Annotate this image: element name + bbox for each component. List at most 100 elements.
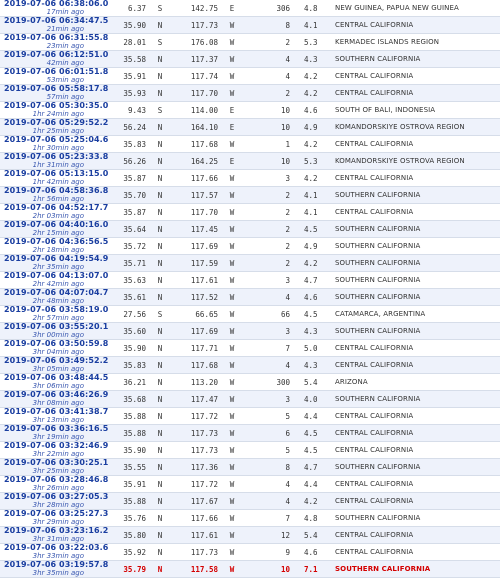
datetime-cell[interactable]: 2019-07-06 06:12:51.0 42min ago	[0, 50, 118, 68]
datetime-cell[interactable]: 2019-07-06 03:49:52.2 3hr 05min ago	[0, 356, 118, 374]
datetime-link[interactable]: 2019-07-06 03:23:16.2	[4, 527, 118, 535]
datetime-cell[interactable]: 2019-07-06 03:32:46.9 3hr 22min ago	[0, 441, 118, 459]
datetime-cell[interactable]: 2019-07-06 06:34:47.5 21min ago	[0, 16, 118, 34]
datetime-link[interactable]: 2019-07-06 05:25:04.6	[4, 136, 118, 144]
datetime-link[interactable]: 2019-07-06 05:13:15.0	[4, 170, 118, 178]
table-row[interactable]: 2019-07-06 03:55:20.1 3hr 00min ago 35.60 N…	[0, 322, 500, 340]
table-row[interactable]: 2019-07-06 04:58:36.8 1hr 56min ago 35.70 N…	[0, 186, 500, 204]
datetime-cell[interactable]: 2019-07-06 06:01:51.8 53min ago	[0, 67, 118, 85]
datetime-link[interactable]: 2019-07-06 03:19:57.8	[4, 561, 118, 569]
datetime-cell[interactable]: 2019-07-06 05:30:35.0 1hr 24min ago	[0, 101, 118, 119]
datetime-link[interactable]: 2019-07-06 03:25:27.3	[4, 510, 118, 518]
datetime-link[interactable]: 2019-07-06 06:01:51.8	[4, 68, 118, 76]
datetime-link[interactable]: 2019-07-06 05:23:33.8	[4, 153, 118, 161]
datetime-cell[interactable]: 2019-07-06 03:25:27.3 3hr 29min ago	[0, 509, 118, 527]
table-row[interactable]: 2019-07-06 03:28:46.8 3hr 26min ago 35.91 N…	[0, 475, 500, 493]
datetime-link[interactable]: 2019-07-06 04:36:56.5	[4, 238, 118, 246]
datetime-link[interactable]: 2019-07-06 05:30:35.0	[4, 102, 118, 110]
datetime-cell[interactable]: 2019-07-06 03:50:59.8 3hr 04min ago	[0, 339, 118, 357]
datetime-link[interactable]: 2019-07-06 03:48:44.5	[4, 374, 118, 382]
datetime-link[interactable]: 2019-07-06 05:29:52.2	[4, 119, 118, 127]
table-row[interactable]: 2019-07-06 05:30:35.0 1hr 24min ago 9.43 S 1…	[0, 101, 500, 119]
datetime-cell[interactable]: 2019-07-06 04:58:36.8 1hr 56min ago	[0, 186, 118, 204]
datetime-cell[interactable]: 2019-07-06 05:29:52.2 1hr 25min ago	[0, 118, 118, 136]
datetime-link[interactable]: 2019-07-06 04:52:17.7	[4, 204, 118, 212]
datetime-link[interactable]: 2019-07-06 03:50:59.8	[4, 340, 118, 348]
datetime-cell[interactable]: 2019-07-06 05:58:17.8 57min ago	[0, 84, 118, 102]
datetime-cell[interactable]: 2019-07-06 05:13:15.0 1hr 42min ago	[0, 169, 118, 187]
table-row[interactable]: 2019-07-06 03:23:16.2 3hr 31min ago 35.80 N…	[0, 526, 500, 544]
datetime-link[interactable]: 2019-07-06 04:58:36.8	[4, 187, 118, 195]
table-row[interactable]: 2019-07-06 04:19:54.9 2hr 35min ago 35.71 N…	[0, 254, 500, 272]
datetime-link[interactable]: 2019-07-06 04:40:16.0	[4, 221, 118, 229]
datetime-cell[interactable]: 2019-07-06 03:30:25.1 3hr 25min ago	[0, 458, 118, 476]
datetime-link[interactable]: 2019-07-06 03:41:38.7	[4, 408, 118, 416]
table-row[interactable]: 2019-07-06 03:25:27.3 3hr 29min ago 35.76 N…	[0, 509, 500, 527]
datetime-cell[interactable]: 2019-07-06 03:22:03.6 3hr 33min ago	[0, 543, 118, 561]
datetime-link[interactable]: 2019-07-06 03:32:46.9	[4, 442, 118, 450]
datetime-cell[interactable]: 2019-07-06 04:07:04.7 2hr 48min ago	[0, 288, 118, 306]
datetime-link[interactable]: 2019-07-06 04:13:07.0	[4, 272, 118, 280]
datetime-link[interactable]: 2019-07-06 03:36:16.5	[4, 425, 118, 433]
datetime-cell[interactable]: 2019-07-06 03:41:38.7 3hr 13min ago	[0, 407, 118, 425]
table-row[interactable]: 2019-07-06 04:40:16.0 2hr 15min ago 35.64 N…	[0, 220, 500, 238]
table-row[interactable]: 2019-07-06 03:36:16.5 3hr 19min ago 35.88 N…	[0, 424, 500, 442]
datetime-link[interactable]: 2019-07-06 03:22:03.6	[4, 544, 118, 552]
datetime-link[interactable]: 2019-07-06 04:19:54.9	[4, 255, 118, 263]
table-row[interactable]: 2019-07-06 03:27:05.3 3hr 28min ago 35.88 N…	[0, 492, 500, 510]
table-row[interactable]: 2019-07-06 03:22:03.6 3hr 33min ago 35.92 N…	[0, 543, 500, 561]
datetime-cell[interactable]: 2019-07-06 05:25:04.6 1hr 30min ago	[0, 135, 118, 153]
datetime-link[interactable]: 2019-07-06 03:58:19.0	[4, 306, 118, 314]
datetime-link[interactable]: 2019-07-06 03:46:26.9	[4, 391, 118, 399]
table-row[interactable]: 2019-07-06 05:25:04.6 1hr 30min ago 35.83 N…	[0, 135, 500, 153]
datetime-cell[interactable]: 2019-07-06 06:38:06.0 17min ago	[0, 0, 118, 17]
datetime-cell[interactable]: 2019-07-06 03:19:57.8 3hr 35min ago	[0, 560, 118, 578]
datetime-link[interactable]: 2019-07-06 06:38:06.0	[4, 0, 118, 8]
datetime-link[interactable]: 2019-07-06 06:31:55.8	[4, 34, 118, 42]
datetime-link[interactable]: 2019-07-06 03:27:05.3	[4, 493, 118, 501]
table-row[interactable]: 2019-07-06 04:36:56.5 2hr 18min ago 35.72 N…	[0, 237, 500, 255]
datetime-cell[interactable]: 2019-07-06 04:36:56.5 2hr 18min ago	[0, 237, 118, 255]
datetime-link[interactable]: 2019-07-06 03:28:46.8	[4, 476, 118, 484]
table-row[interactable]: 2019-07-06 06:01:51.8 53min ago 35.91 N 117.…	[0, 67, 500, 85]
datetime-cell[interactable]: 2019-07-06 04:40:16.0 2hr 15min ago	[0, 220, 118, 238]
datetime-cell[interactable]: 2019-07-06 03:23:16.2 3hr 31min ago	[0, 526, 118, 544]
table-row[interactable]: 2019-07-06 04:13:07.0 2hr 42min ago 35.63 N…	[0, 271, 500, 289]
datetime-cell[interactable]: 2019-07-06 06:31:55.8 23min ago	[0, 33, 118, 51]
table-row[interactable]: 2019-07-06 03:41:38.7 3hr 13min ago 35.88 N…	[0, 407, 500, 425]
datetime-link[interactable]: 2019-07-06 03:55:20.1	[4, 323, 118, 331]
table-row[interactable]: 2019-07-06 04:52:17.7 2hr 03min ago 35.87 N…	[0, 203, 500, 221]
datetime-cell[interactable]: 2019-07-06 03:36:16.5 3hr 19min ago	[0, 424, 118, 442]
table-row[interactable]: 2019-07-06 05:58:17.8 57min ago 35.93 N 117.…	[0, 84, 500, 102]
datetime-link[interactable]: 2019-07-06 03:30:25.1	[4, 459, 118, 467]
datetime-cell[interactable]: 2019-07-06 04:52:17.7 2hr 03min ago	[0, 203, 118, 221]
datetime-cell[interactable]: 2019-07-06 03:28:46.8 3hr 26min ago	[0, 475, 118, 493]
table-row[interactable]: 2019-07-06 03:30:25.1 3hr 25min ago 35.55 N…	[0, 458, 500, 476]
table-row[interactable]: 2019-07-06 03:50:59.8 3hr 04min ago 35.90 N…	[0, 339, 500, 357]
datetime-link[interactable]: 2019-07-06 05:58:17.8	[4, 85, 118, 93]
datetime-cell[interactable]: 2019-07-06 03:48:44.5 3hr 06min ago	[0, 373, 118, 391]
datetime-cell[interactable]: 2019-07-06 03:58:19.0 2hr 57min ago	[0, 305, 118, 323]
table-row[interactable]: 2019-07-06 05:29:52.2 1hr 25min ago 56.24 N…	[0, 118, 500, 136]
datetime-link[interactable]: 2019-07-06 06:34:47.5	[4, 17, 118, 25]
datetime-link[interactable]: 2019-07-06 06:12:51.0	[4, 51, 118, 59]
table-row[interactable]: 2019-07-06 03:49:52.2 3hr 05min ago 35.83 N…	[0, 356, 500, 374]
table-row[interactable]: 2019-07-06 04:07:04.7 2hr 48min ago 35.61 N…	[0, 288, 500, 306]
datetime-cell[interactable]: 2019-07-06 04:19:54.9 2hr 35min ago	[0, 254, 118, 272]
table-row[interactable]: 2019-07-06 05:13:15.0 1hr 42min ago 35.87 N…	[0, 169, 500, 187]
table-row[interactable]: 2019-07-06 03:46:26.9 3hr 08min ago 35.68 N…	[0, 390, 500, 408]
table-row[interactable]: 2019-07-06 05:23:33.8 1hr 31min ago 56.26 N…	[0, 152, 500, 170]
table-row[interactable]: 2019-07-06 03:19:57.8 3hr 35min ago 35.79 N…	[0, 560, 500, 578]
table-row[interactable]: 2019-07-06 03:58:19.0 2hr 57min ago 27.56 S…	[0, 305, 500, 323]
datetime-link[interactable]: 2019-07-06 04:07:04.7	[4, 289, 118, 297]
table-row[interactable]: 2019-07-06 06:31:55.8 23min ago 28.01 S 176.…	[0, 33, 500, 51]
datetime-cell[interactable]: 2019-07-06 03:27:05.3 3hr 28min ago	[0, 492, 118, 510]
table-row[interactable]: 2019-07-06 03:32:46.9 3hr 22min ago 35.90 N…	[0, 441, 500, 459]
table-row[interactable]: 2019-07-06 06:38:06.0 17min ago 6.37 S 142.7…	[0, 0, 500, 17]
table-row[interactable]: 2019-07-06 06:34:47.5 21min ago 35.90 N 117.…	[0, 16, 500, 34]
datetime-cell[interactable]: 2019-07-06 03:55:20.1 3hr 00min ago	[0, 322, 118, 340]
datetime-cell[interactable]: 2019-07-06 05:23:33.8 1hr 31min ago	[0, 152, 118, 170]
datetime-link[interactable]: 2019-07-06 03:49:52.2	[4, 357, 118, 365]
datetime-cell[interactable]: 2019-07-06 04:13:07.0 2hr 42min ago	[0, 271, 118, 289]
table-row[interactable]: 2019-07-06 03:48:44.5 3hr 06min ago 36.21 N…	[0, 373, 500, 391]
